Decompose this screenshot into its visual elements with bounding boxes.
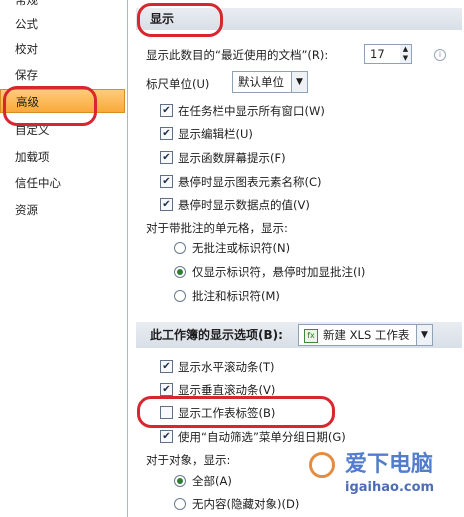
spin-down-icon[interactable]: ▼	[400, 54, 411, 63]
workbook-select-value: 新建 XLS 工作表	[323, 328, 410, 342]
watermark-logo-icon	[309, 452, 335, 478]
checkbox-checked-icon[interactable]: ✔	[160, 175, 173, 188]
recent-docs-spinner[interactable]: 17 ▲ ▼	[364, 44, 412, 64]
nav-item-proofing[interactable]: 校对	[0, 37, 125, 61]
nav-item-save[interactable]: 保存	[0, 63, 125, 87]
checkbox-checked-icon[interactable]: ✔	[160, 127, 173, 140]
ruler-units-value: 默认单位	[238, 75, 284, 89]
ruler-units-select[interactable]: 默认单位 ▼	[232, 71, 308, 93]
nav-item-general[interactable]: 常规	[0, 0, 125, 12]
checkbox-checked-icon[interactable]: ✔	[160, 383, 173, 396]
options-panel: 显示 显示此数目的“最近使用的文档”(R): 17 ▲ ▼ i 标尺单位(U) …	[128, 0, 464, 517]
recent-docs-label: 显示此数目的“最近使用的文档”(R):	[146, 48, 329, 62]
nav-item-resources[interactable]: 资源	[0, 198, 125, 222]
info-icon: i	[434, 49, 446, 61]
nav-item-formulas[interactable]: 公式	[0, 12, 125, 36]
radio-icon[interactable]	[174, 241, 186, 254]
site-watermark: 爱下电脑 igaihao.com	[305, 442, 464, 517]
nav-item-customize[interactable]: 自定义	[0, 118, 125, 142]
checkbox-checked-icon[interactable]: ✔	[160, 360, 173, 373]
radio-objects-all[interactable]: 全部(A)	[174, 471, 232, 491]
checkbox-show-formula-bar[interactable]: ✔ 显示编辑栏(U)	[160, 124, 253, 144]
chevron-down-icon: ▼	[291, 72, 307, 92]
radio-selected-icon[interactable]	[174, 265, 186, 278]
excel-workbook-icon: fx	[304, 328, 318, 343]
checkbox-checked-icon[interactable]: ✔	[160, 151, 173, 164]
comments-display-label: 对于带批注的单元格，显示:	[146, 221, 288, 235]
checkbox-sheet-tabs[interactable]: 显示工作表标签(B)	[160, 403, 275, 423]
radio-icon[interactable]	[174, 289, 186, 302]
nav-item-advanced[interactable]: 高级	[0, 89, 125, 113]
checkbox-checked-icon[interactable]: ✔	[160, 104, 173, 117]
radio-indicators-only[interactable]: 仅显示标识符，悬停时加显批注(I)	[174, 262, 365, 282]
radio-comments-and-indicators[interactable]: 批注和标识符(M)	[174, 286, 280, 306]
chevron-down-icon: ▼	[416, 325, 432, 345]
workbook-section-label: 此工作簿的显示选项(B):	[150, 328, 283, 342]
radio-objects-nothing[interactable]: 无内容(隐藏对象)(D)	[174, 494, 299, 514]
checkbox-function-tooltips[interactable]: ✔ 显示函数屏幕提示(F)	[160, 148, 286, 168]
radio-no-comments[interactable]: 无批注或标识符(N)	[174, 238, 290, 258]
checkbox-chart-element-names[interactable]: ✔ 悬停时显示图表元素名称(C)	[160, 172, 322, 192]
watermark-url: igaihao.com	[345, 480, 435, 495]
objects-display-label: 对于对象，显示:	[146, 453, 231, 467]
nav-item-addins[interactable]: 加载项	[0, 145, 125, 169]
options-nav: 常规 公式 校对 保存 高级 自定义 加载项 信任中心 资源	[0, 0, 128, 517]
recent-docs-value: 17	[370, 47, 385, 61]
checkbox-unchecked-icon[interactable]	[160, 406, 173, 419]
radio-icon[interactable]	[174, 497, 186, 510]
checkbox-checked-icon[interactable]: ✔	[160, 198, 173, 211]
checkbox-horizontal-scrollbar[interactable]: ✔ 显示水平滚动条(T)	[160, 357, 275, 377]
ruler-units-label: 标尺单位(U)	[146, 77, 210, 91]
checkbox-checked-icon[interactable]: ✔	[160, 430, 173, 443]
display-section-header: 显示	[136, 8, 462, 30]
workbook-select[interactable]: fx 新建 XLS 工作表 ▼	[298, 324, 433, 346]
radio-selected-icon[interactable]	[174, 474, 186, 487]
nav-item-trust-center[interactable]: 信任中心	[0, 171, 125, 195]
watermark-brand: 爱下电脑	[345, 452, 434, 477]
spin-up-icon[interactable]: ▲	[400, 45, 411, 54]
checkbox-vertical-scrollbar[interactable]: ✔ 显示垂直滚动条(V)	[160, 380, 275, 400]
checkbox-show-all-windows[interactable]: ✔ 在任务栏中显示所有窗口(W)	[160, 101, 325, 121]
checkbox-data-point-values[interactable]: ✔ 悬停时显示数据点的值(V)	[160, 195, 310, 215]
